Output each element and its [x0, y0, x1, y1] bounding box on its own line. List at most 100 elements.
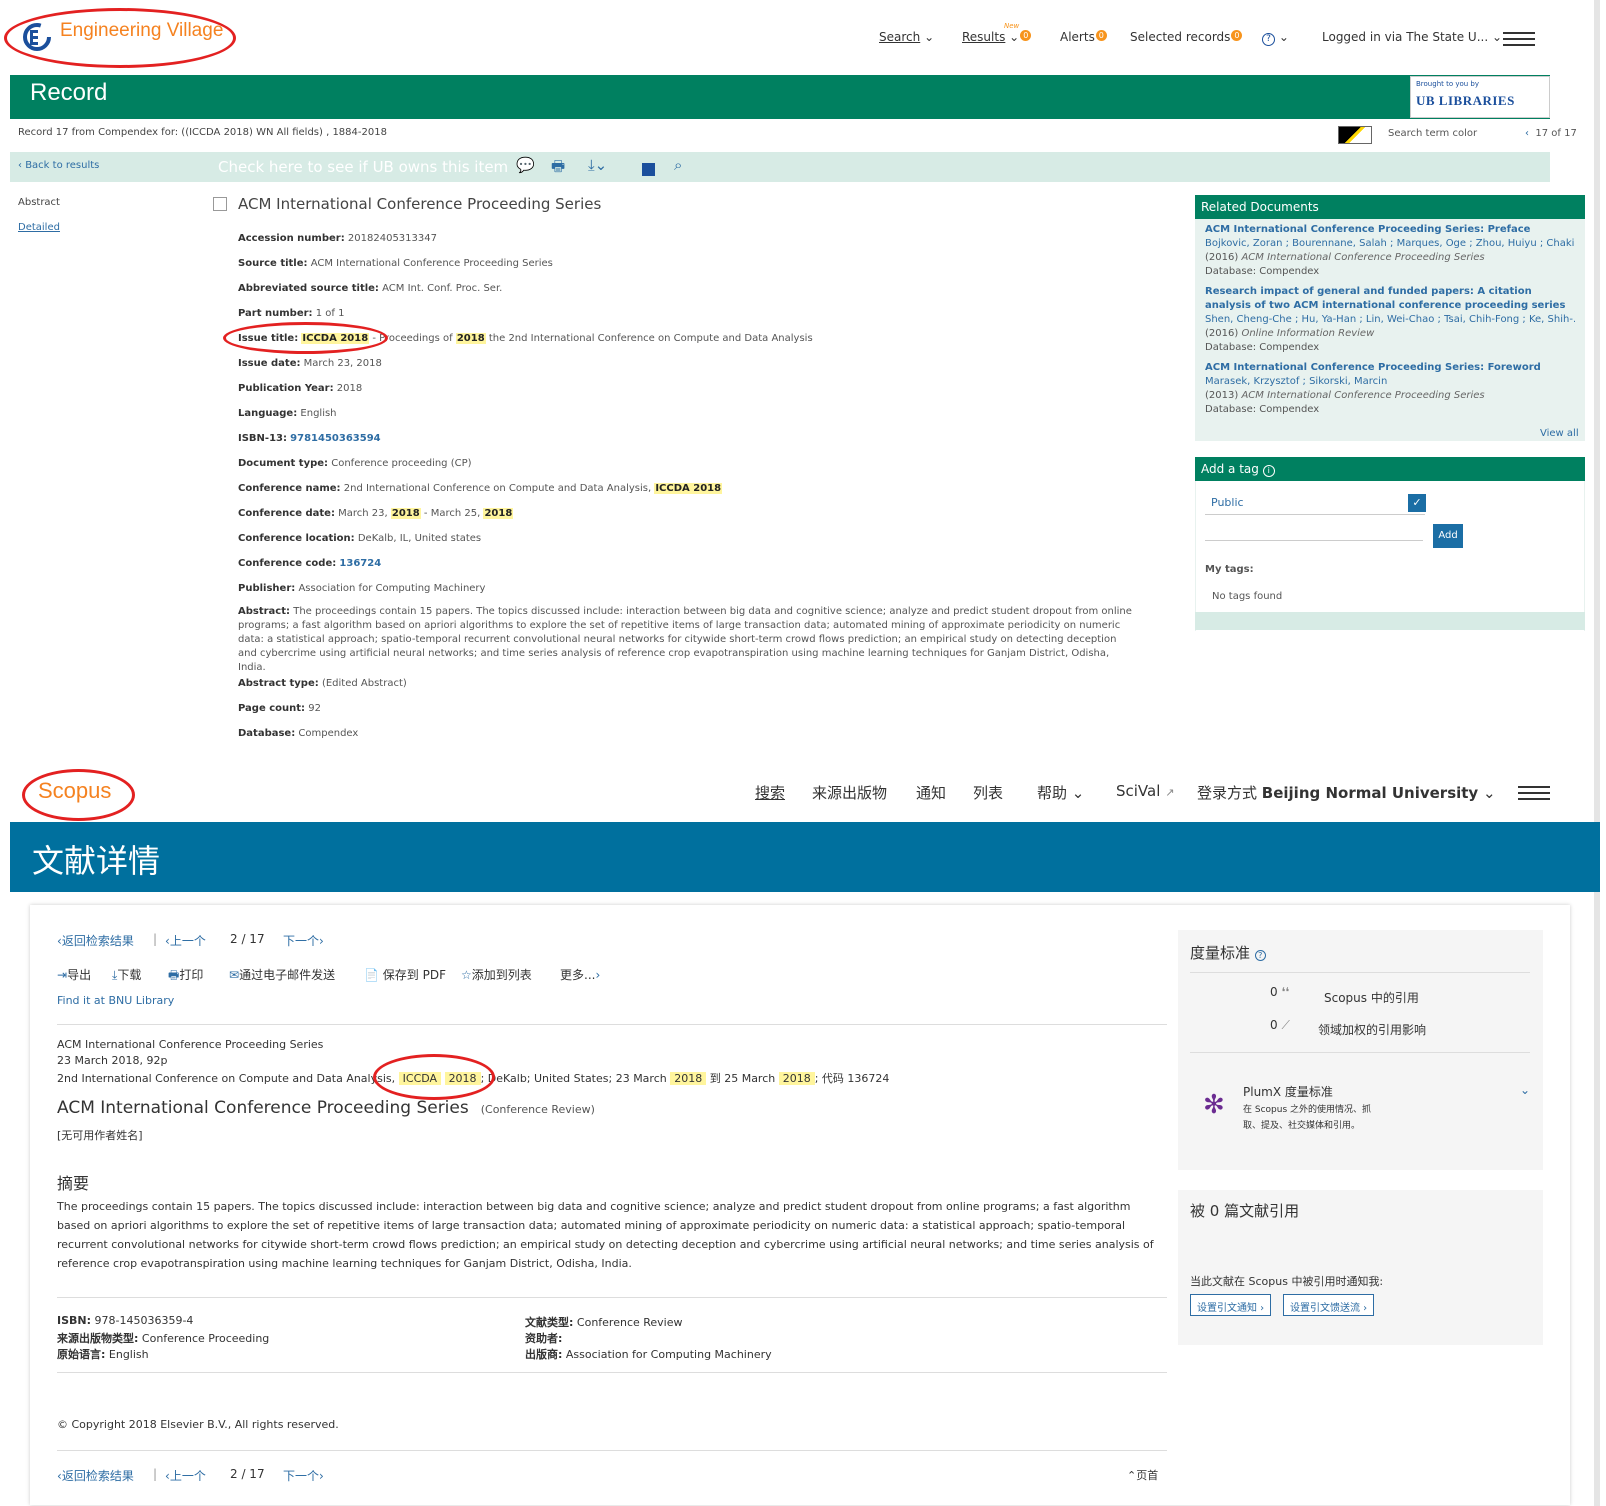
select-record-checkbox[interactable]: [213, 197, 227, 211]
plumx-title[interactable]: PlumX 度量标准: [1243, 1083, 1333, 1100]
set-citation-alert-button[interactable]: 设置引文通知 ›: [1190, 1294, 1272, 1316]
conference-code-link[interactable]: 136724: [339, 558, 381, 569]
sidebar-abstract[interactable]: Abstract: [18, 197, 60, 208]
prev-link[interactable]: ‹上一个: [165, 1467, 206, 1484]
field-document-type: Document type: Conference proceeding (CP…: [238, 458, 472, 469]
brought-by-text: Brought to you by: [1416, 80, 1480, 88]
search-icon[interactable]: ⌕: [674, 156, 682, 174]
back-to-results-link[interactable]: ‹返回检索结果: [57, 932, 134, 949]
field-conference-code: Conference code: 136724: [238, 558, 382, 569]
related-doc-item[interactable]: ACM International Conference Proceeding …: [1205, 361, 1575, 417]
record-info: Record 17 from Compendex for: ((ICCDA 20…: [18, 127, 387, 138]
chevron-down-icon: ⌄: [1009, 30, 1020, 44]
nav-search[interactable]: Search ⌄: [879, 30, 934, 44]
view-all-link[interactable]: View all: [1540, 428, 1579, 439]
download-icon[interactable]: ⤓⌄: [588, 156, 607, 174]
field-conference-location: Conference location: DeKalb, IL, United …: [238, 533, 482, 544]
sc-nav-login[interactable]: 登录方式 Beijing Normal University ⌄: [1197, 782, 1496, 803]
divider: [1190, 1052, 1530, 1053]
chevron-down-icon[interactable]: ✓: [1408, 494, 1426, 512]
field-issue-date: Issue date: March 23, 2018: [238, 358, 382, 369]
next-link[interactable]: 下一个›: [283, 1467, 324, 1484]
back-to-results-link[interactable]: ‹ Back to results: [18, 160, 99, 171]
divider: [57, 1372, 1167, 1373]
add-to-list-button[interactable]: ☆添加到列表: [461, 966, 532, 983]
add-tag-button[interactable]: Add: [1433, 524, 1463, 548]
record-pager[interactable]: ‹ 17 of 17: [1525, 128, 1577, 139]
isbn-link[interactable]: 9781450363594: [290, 433, 380, 444]
metrics-title: 度量标准 ?: [1190, 942, 1266, 963]
field-conference-name: Conference name: 2nd International Confe…: [238, 483, 723, 494]
cited-by-title: 被 0 篇文献引用: [1190, 1202, 1300, 1220]
tag-input[interactable]: [1205, 523, 1423, 541]
info-icon[interactable]: i: [1262, 465, 1275, 477]
fwci-metric[interactable]: 0 ⟋: [1270, 1018, 1290, 1033]
pdf-icon: 📄: [364, 968, 379, 982]
chevron-left-icon[interactable]: ‹: [1525, 128, 1529, 139]
print-button[interactable]: 🖶打印: [168, 966, 203, 987]
help-icon[interactable]: ?: [1254, 950, 1266, 961]
search-term-color-picker[interactable]: [1338, 126, 1372, 144]
prev-link[interactable]: ‹上一个: [165, 932, 206, 949]
sidebar-detailed[interactable]: Detailed: [18, 222, 60, 233]
download-button[interactable]: ⤓下载: [112, 966, 141, 983]
record-title: ACM International Conference Proceeding …: [238, 195, 602, 213]
chevron-down-icon[interactable]: ⌄: [1520, 1083, 1530, 1097]
menu-icon[interactable]: [1503, 32, 1535, 46]
nav-results[interactable]: New Results ⌄ 0: [962, 22, 1032, 44]
author-line: [无可用作者姓名]: [57, 1129, 143, 1142]
source-title-line[interactable]: ACM International Conference Proceeding …: [57, 1038, 323, 1051]
find-it-link[interactable]: Find it at BNU Library: [57, 994, 174, 1007]
star-icon: ☆: [461, 968, 472, 982]
email-button[interactable]: ✉通过电子邮件发送: [229, 966, 335, 983]
save-pdf-button[interactable]: 📄 保存到 PDF: [364, 966, 446, 983]
scrollbar[interactable]: [1594, 0, 1600, 1506]
add-tag-footer: [1195, 612, 1585, 630]
sc-nav-alerts[interactable]: 通知: [916, 782, 946, 803]
sc-nav-scival[interactable]: SciVal ↗: [1116, 782, 1174, 800]
sc-nav-help[interactable]: 帮助 ⌄: [1037, 782, 1084, 803]
field-publication-year: Publication Year: 2018: [238, 383, 363, 394]
field-abstract: Abstract: The proceedings contain 15 pap…: [238, 606, 1132, 673]
sc-nav-sources[interactable]: 来源出版物: [812, 782, 887, 803]
tag-visibility-select[interactable]: Public: [1205, 493, 1425, 515]
export-icon: ⇥: [57, 968, 68, 982]
field-publisher: Publisher: Association for Computing Mac…: [238, 583, 486, 594]
selected-count-badge: 0: [1231, 30, 1243, 41]
nav-help[interactable]: ? ⌄: [1262, 30, 1289, 46]
back-to-top-link[interactable]: ⌃页首: [1127, 1467, 1158, 1483]
nav-selected-records[interactable]: Selected records 0: [1130, 30, 1243, 44]
cited-by-note: 当此文献在 Scopus 中被引用时通知我:: [1190, 1275, 1384, 1288]
isbn-field: ISBN: 978-145036359-4: [57, 1314, 194, 1327]
document-title: ACM International Conference Proceeding …: [57, 1098, 595, 1118]
sc-nav-search[interactable]: 搜索: [755, 782, 785, 803]
related-doc-item[interactable]: ACM International Conference Proceeding …: [1205, 223, 1575, 279]
comment-icon[interactable]: 💬: [516, 156, 535, 174]
chevron-down-icon: ⌄: [1483, 784, 1496, 802]
print-icon[interactable]: 🖶: [551, 156, 565, 181]
scopus-citations-metric[interactable]: 0 ❛❛: [1270, 985, 1289, 999]
record-banner: [10, 75, 1550, 119]
set-citation-feed-button[interactable]: 设置引文馈送流 ›: [1283, 1294, 1375, 1316]
next-link[interactable]: 下一个›: [283, 932, 324, 949]
nav-alerts[interactable]: Alerts 0: [1060, 30, 1107, 44]
copyright-text: © Copyright 2018 Elsevier B.V., All righ…: [57, 1418, 339, 1431]
back-to-results-link[interactable]: ‹返回检索结果: [57, 1467, 134, 1484]
related-doc-item[interactable]: Research impact of general and funded pa…: [1205, 285, 1575, 355]
more-button[interactable]: 更多...›: [560, 966, 600, 983]
nav-login[interactable]: Logged in via The State U... ⌄: [1322, 30, 1502, 44]
abstract-heading: 摘要: [57, 1174, 90, 1193]
fwci-label: 领域加权的引用影响: [1318, 1023, 1427, 1037]
sc-nav-lists[interactable]: 列表: [973, 782, 1003, 803]
save-folder-icon[interactable]: [642, 163, 655, 176]
ub-libraries-text: UB LIBRARIES: [1416, 93, 1515, 108]
chevron-down-icon: ⌄: [1278, 30, 1289, 44]
field-language: Language: English: [238, 408, 337, 419]
menu-icon[interactable]: [1518, 786, 1550, 800]
export-button[interactable]: ⇥导出: [57, 966, 91, 983]
plumx-icon: ✻: [1203, 1090, 1225, 1120]
language-field: 原始语言: English: [57, 1348, 149, 1361]
annotation-circle: [223, 322, 388, 354]
check-ub-link[interactable]: Check here to see if UB owns this item: [218, 158, 508, 176]
alerts-count-badge: 0: [1095, 30, 1107, 41]
